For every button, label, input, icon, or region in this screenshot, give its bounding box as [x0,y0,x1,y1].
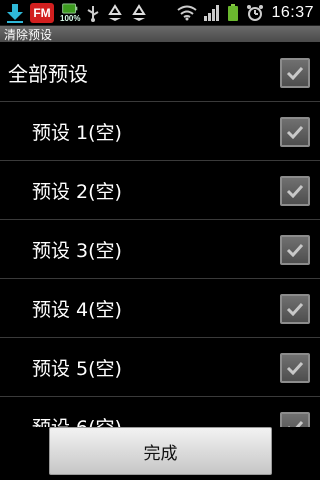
list-item-preset-6[interactable]: 预设 6(空) [0,397,320,427]
checkmark-icon [288,420,304,427]
all-presets-label: 全部预设 [8,61,88,86]
wifi-icon [177,3,198,23]
clock: 16:37 [271,3,314,21]
preset-list[interactable]: 全部预设 预设 1(空) 预设 2(空) 预设 3(空) 预设 4(空) 预设 … [0,43,320,427]
preset-2-checkbox[interactable] [280,176,310,206]
checkmark-icon [286,243,304,257]
all-presets-checkbox[interactable] [280,58,310,88]
battery-full-icon: 100% [60,2,81,23]
preset-label: 预设 6(空) [0,413,122,428]
preset-label: 预设 2(空) [32,180,122,203]
preset-1-checkbox[interactable] [280,117,310,147]
preset-label: 预设 1(空) [32,121,122,144]
preset-label: 预设 4(空) [32,298,122,321]
preset-6-checkbox[interactable] [280,412,310,427]
dialog-title-bar: 清除预设 [0,26,320,42]
dialog-title: 清除预设 [4,27,53,42]
done-button[interactable]: 完成 [49,427,272,475]
preset-5-checkbox[interactable] [280,353,310,383]
recycle-icon-2 [130,3,148,23]
fm-radio-icon: FM [30,2,54,23]
preset-4-checkbox[interactable] [280,294,310,324]
list-item-preset-4[interactable]: 预设 4(空) [0,279,320,338]
checkmark-icon [286,302,304,316]
button-bar: 完成 [0,427,320,480]
battery-icon [227,3,239,23]
list-item-preset-5[interactable]: 预设 5(空) [0,338,320,397]
list-item-preset-2[interactable]: 预设 2(空) [0,161,320,220]
checkmark-icon [286,361,304,375]
alarm-icon [246,3,264,23]
preset-3-checkbox[interactable] [280,235,310,265]
checkmark-icon [286,184,304,198]
status-bar: FM 100% 16:37 [0,0,320,26]
signal-strength-icon [204,3,220,23]
preset-label: 预设 3(空) [32,239,122,262]
download-icon [6,3,24,23]
usb-icon [86,3,100,23]
checkmark-icon [286,66,304,80]
recycle-icon [106,3,124,23]
preset-label: 预设 5(空) [32,357,122,380]
list-item-preset-3[interactable]: 预设 3(空) [0,220,320,279]
list-item-preset-1[interactable]: 预设 1(空) [0,102,320,161]
battery-percent: 100% [60,13,81,23]
checkmark-icon [286,125,304,139]
list-item-all-presets[interactable]: 全部预设 [0,43,320,102]
